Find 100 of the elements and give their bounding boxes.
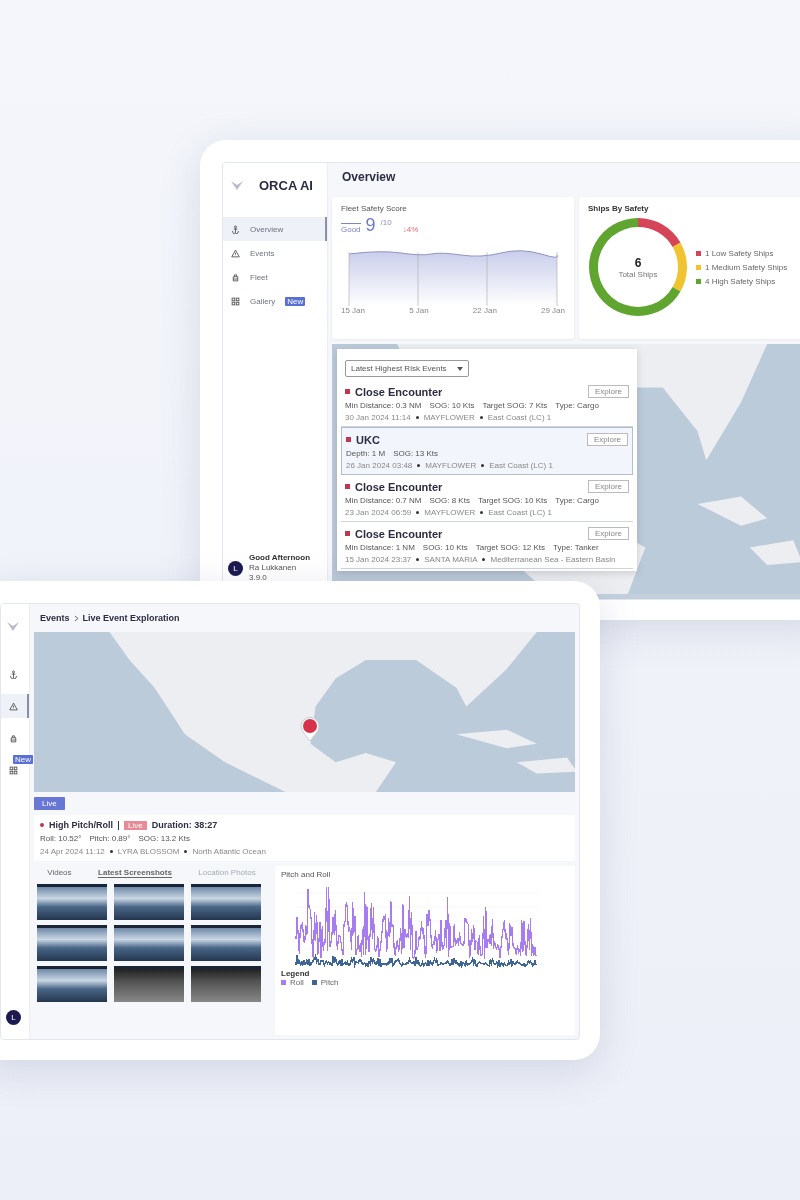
event-meta: 23 Jan 2024 06:59 (345, 508, 412, 517)
event-item[interactable]: Close Encounter Explore Min Distance: 1 NM SOG: 10 Kts Target SOG: 12 Kts Type: Tanker 15 Jan 2024 23:37 SANTA MARIA Mediterranean Sea - Eastern Basin (341, 522, 633, 569)
event-detail: SOG: 10 Kts (429, 401, 475, 410)
score-rating: Good (341, 223, 361, 234)
grid-icon (9, 765, 18, 775)
media-tab[interactable]: Videos (47, 867, 72, 878)
user-avatar: L (6, 1010, 21, 1025)
photo-placeholder[interactable] (191, 966, 261, 1002)
new-badge: New (285, 296, 306, 306)
score-value: 9 (365, 216, 376, 234)
card-title: Ships By Safety (588, 204, 650, 213)
explore-button[interactable]: Explore (587, 527, 629, 540)
event-meta: MAYFLOWER (423, 413, 475, 422)
axis-label: 5 Jan (409, 306, 429, 315)
photo-placeholder[interactable] (191, 884, 261, 920)
event-detail: Min Distance: 1 NM (345, 543, 415, 552)
score-change: ↓4% (402, 225, 419, 234)
severity-marker (40, 823, 44, 827)
explore-button[interactable]: Explore (586, 433, 628, 446)
event-title: UKC (356, 433, 380, 446)
event-meta: East Coast (LC) 1 (489, 461, 553, 470)
map-pin-icon[interactable] (300, 716, 320, 742)
legend-title: Legend (281, 969, 311, 978)
warning-icon (231, 248, 240, 258)
chart-title: Pitch and Roll (281, 870, 332, 879)
sidebar-item[interactable] (1, 694, 29, 718)
legend-label: 4 High Safety Ships (705, 276, 776, 286)
legend-label: 1 Low Safety Ships (705, 248, 774, 258)
sidebar-item[interactable]: Fleet (223, 265, 327, 289)
new-badge: New (13, 755, 33, 764)
event-meta: MAYFLOWER (424, 508, 476, 517)
event-title: Close Encounter (355, 480, 443, 493)
event-meta: MAYFLOWER (425, 461, 477, 470)
explore-button[interactable]: Explore (587, 480, 629, 493)
media-tab[interactable]: Latest Screenshots (98, 867, 172, 878)
event-meta: 26 Jan 2024 03:48 (346, 461, 413, 470)
warning-icon (9, 701, 18, 711)
photo-placeholder[interactable] (191, 925, 261, 961)
anchor-icon (231, 224, 240, 234)
grid-icon (231, 296, 240, 306)
axis-label: 29 Jan (540, 306, 565, 315)
photo-placeholder[interactable] (37, 966, 107, 1002)
explore-button[interactable]: Explore (587, 385, 629, 398)
event-detail: Type: Cargo (555, 496, 599, 505)
user-avatar: L (228, 560, 243, 576)
event-detail: Min Distance: 0.3 NM (345, 401, 422, 410)
sidebar-item[interactable]: Overview (223, 217, 327, 241)
page-title: Overview (341, 169, 397, 186)
photo-placeholder[interactable] (114, 925, 184, 961)
event-meta: 15 Jan 2024 23:37 (345, 555, 412, 564)
event-detail: Roll: 10.52° (40, 834, 82, 843)
event-meta: LYRA BLOSSOM (117, 847, 180, 856)
event-detail: SOG: 13 Kts (393, 449, 439, 458)
total-label: Total Ships (618, 269, 658, 279)
events-dropdown[interactable]: Latest Highest Risk Events (345, 360, 469, 377)
status-tag: Live (124, 820, 147, 830)
severity-marker (346, 437, 351, 442)
severity-marker (345, 484, 350, 489)
breadcrumb-current: Live Event Exploration (82, 613, 180, 623)
photo-placeholder[interactable] (114, 966, 184, 1002)
photo-placeholder[interactable] (114, 884, 184, 920)
event-title: High Pitch/Roll (49, 820, 113, 830)
photo-placeholder[interactable] (37, 925, 107, 961)
event-meta: 30 Jan 2024 11:14 (345, 413, 411, 422)
greeting-text: Good Afternoon (249, 553, 311, 563)
sidebar-item[interactable]: Gallery New (223, 289, 327, 313)
user-name: Ra Lukkanen (249, 563, 298, 573)
event-detail: Pitch: 0.89° (89, 834, 131, 843)
score-scale: /10 (380, 218, 392, 227)
live-button[interactable]: Live (34, 797, 65, 810)
photo-placeholder[interactable] (37, 884, 107, 920)
event-detail: SOG: 13.2 Kts (138, 834, 191, 843)
event-detail: SOG: 10 Kts (422, 543, 468, 552)
legend-label: Roll (290, 978, 304, 987)
axis-label: 15 Jan (341, 306, 366, 315)
event-item[interactable]: Close Encounter Explore Min Distance: 0.7 NM SOG: 8 Kts Target SOG: 10 Kts Type: Cargo 23 Jan 2024 06:59 MAYFLOWER East Coast (LC) 1 (341, 475, 633, 522)
event-detail: Type: Cargo (555, 401, 599, 410)
chevron-icon (73, 614, 79, 622)
event-detail: Depth: 1 M (346, 449, 386, 458)
event-meta: SANTA MARIA (424, 555, 478, 564)
legend-label: Pitch (320, 978, 339, 987)
event-meta: East Coast (LC) 1 (488, 508, 552, 517)
event-meta: Mediterranean Sea - Eastern Basin (490, 555, 616, 564)
event-detail: Target SOG: 7 Kts (482, 401, 548, 410)
severity-marker (345, 531, 350, 536)
anchor-icon (9, 669, 18, 679)
sidebar-item[interactable]: Events (223, 241, 327, 265)
axis-label: 22 Jan (472, 306, 497, 315)
event-title: Close Encounter (355, 385, 443, 398)
event-title: Close Encounter (355, 527, 443, 540)
event-detail: SOG: 8 Kts (429, 496, 470, 505)
event-meta: 24 Apr 2024 11:12 (40, 847, 105, 856)
logo-icon (7, 621, 19, 631)
duration-text: Duration: 38:27 (151, 820, 218, 830)
event-item[interactable]: UKC Explore Depth: 1 M SOG: 13 Kts 26 Jan 2024 03:48 MAYFLOWER East Coast (LC) 1 (341, 427, 633, 475)
caret-icon (456, 366, 463, 371)
event-detail: Target SOG: 12 Kts (475, 543, 546, 552)
brand-name: ORCA AI (259, 177, 313, 193)
breadcrumb-link[interactable]: Events (40, 613, 70, 623)
event-detail: Min Distance: 0.7 NM (345, 496, 422, 505)
